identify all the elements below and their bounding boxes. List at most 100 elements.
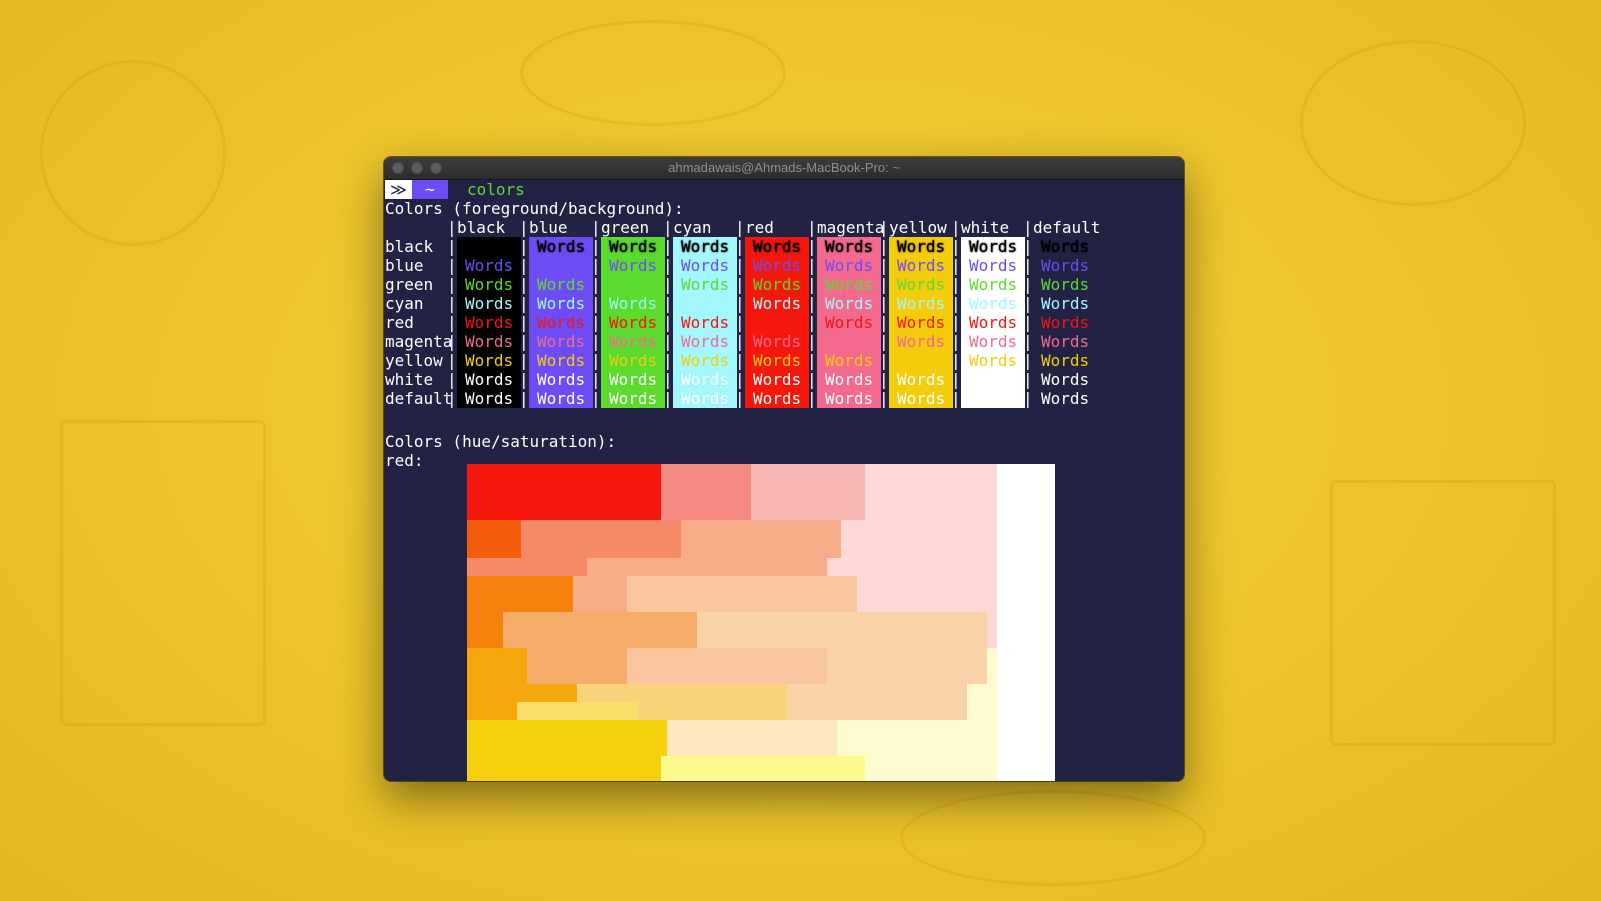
column-separator: | bbox=[879, 389, 889, 408]
column-separator: | bbox=[591, 370, 601, 389]
column-header-black: black bbox=[457, 218, 506, 237]
column-separator: | bbox=[879, 351, 889, 370]
column-separator: | bbox=[663, 237, 673, 256]
column-separator: | bbox=[591, 313, 601, 332]
color-cell-default-on-cyan: Words bbox=[673, 389, 737, 408]
color-cell-green-on-magenta: Words bbox=[817, 275, 881, 294]
hue-swatch bbox=[467, 720, 667, 756]
sample-word: Words bbox=[1041, 237, 1090, 256]
column-separator: | bbox=[807, 218, 817, 237]
sample-word: Words bbox=[897, 313, 946, 332]
color-cell-white-on-green: Words bbox=[601, 370, 665, 389]
hue-swatch bbox=[661, 756, 751, 781]
section-title-hue-sat: Colors (hue/saturation): bbox=[385, 432, 617, 451]
row-label-white: white bbox=[385, 370, 434, 389]
column-separator: | bbox=[447, 275, 457, 294]
sample-word: Words bbox=[465, 313, 514, 332]
sample-word: Words bbox=[609, 313, 658, 332]
sample-word: Words bbox=[897, 237, 946, 256]
sample-word: Words bbox=[537, 275, 586, 294]
column-separator: | bbox=[519, 294, 529, 313]
column-separator: | bbox=[591, 237, 601, 256]
sample-word: Words bbox=[969, 237, 1018, 256]
color-cell-white-on-yellow: Words bbox=[889, 370, 953, 389]
sample-word: Words bbox=[825, 237, 874, 256]
sample-word: Words bbox=[753, 389, 802, 408]
column-separator: | bbox=[1023, 389, 1033, 408]
column-separator: | bbox=[807, 370, 817, 389]
sample-word: Words bbox=[1041, 294, 1090, 313]
hue-swatch bbox=[467, 756, 661, 781]
hue-swatch bbox=[587, 558, 827, 576]
background-doodle bbox=[60, 420, 266, 726]
color-cell-red-on-green: Words bbox=[601, 313, 665, 332]
color-cell-black-on-green: Words bbox=[601, 237, 665, 256]
column-separator: | bbox=[663, 389, 673, 408]
color-cell-white-on-cyan: Words bbox=[673, 370, 737, 389]
color-cell-magenta-on-yellow: Words bbox=[889, 332, 953, 351]
column-header-blue: blue bbox=[529, 218, 568, 237]
color-cell-blue-on-red: Words bbox=[745, 256, 809, 275]
color-cell-red-on-yellow: Words bbox=[889, 313, 953, 332]
column-separator: | bbox=[591, 351, 601, 370]
prompt-segment-dir: ~ bbox=[412, 180, 448, 199]
column-header-cyan: cyan bbox=[673, 218, 712, 237]
column-separator: | bbox=[735, 294, 745, 313]
section-title-fg-bg: Colors (foreground/background): bbox=[385, 199, 684, 218]
column-separator: | bbox=[663, 256, 673, 275]
sample-word: Words bbox=[1041, 256, 1090, 275]
prompt-command: colors bbox=[467, 180, 525, 199]
column-separator: | bbox=[735, 370, 745, 389]
window-title: ahmadawais@Ahmads-MacBook-Pro: ~ bbox=[668, 160, 900, 175]
sample-word: Words bbox=[969, 332, 1018, 351]
sample-word: Words bbox=[1041, 313, 1090, 332]
column-separator: | bbox=[447, 218, 457, 237]
color-cell-blue-on-black: Words bbox=[457, 256, 521, 275]
column-separator: | bbox=[951, 275, 961, 294]
sample-word: Words bbox=[681, 275, 730, 294]
background-doodle bbox=[1300, 40, 1526, 206]
hue-swatch bbox=[627, 576, 857, 612]
color-cell-magenta-on-green: Words bbox=[601, 332, 665, 351]
color-cell-white-on-magenta: Words bbox=[817, 370, 881, 389]
color-cell-yellow-on-yellow bbox=[889, 351, 953, 370]
color-cell-blue-on-white: Words bbox=[961, 256, 1025, 275]
sample-word: Words bbox=[753, 332, 802, 351]
column-separator: | bbox=[951, 389, 961, 408]
column-separator: | bbox=[519, 351, 529, 370]
sample-word: Words bbox=[1041, 332, 1090, 351]
sample-word: Words bbox=[609, 389, 658, 408]
hue-swatch bbox=[787, 684, 967, 720]
color-cell-default-on-yellow: Words bbox=[889, 389, 953, 408]
column-separator: | bbox=[663, 370, 673, 389]
sample-word: Words bbox=[609, 351, 658, 370]
color-cell-cyan-on-black: Words bbox=[457, 294, 521, 313]
hue-swatch bbox=[837, 720, 967, 756]
color-cell-cyan-on-magenta: Words bbox=[817, 294, 881, 313]
column-separator: | bbox=[879, 237, 889, 256]
sample-word: Words bbox=[609, 256, 658, 275]
color-cell-black-on-magenta: Words bbox=[817, 237, 881, 256]
column-separator: | bbox=[591, 332, 601, 351]
sample-word: Words bbox=[537, 389, 586, 408]
color-cell-yellow-on-default: Words bbox=[1033, 351, 1097, 370]
column-separator: | bbox=[663, 218, 673, 237]
sample-word: Words bbox=[681, 313, 730, 332]
color-cell-blue-on-green: Words bbox=[601, 256, 665, 275]
color-cell-black-on-default: Words bbox=[1033, 237, 1097, 256]
sample-word: Words bbox=[609, 237, 658, 256]
color-cell-blue-on-magenta: Words bbox=[817, 256, 881, 275]
background-doodle bbox=[900, 790, 1206, 886]
terminal-content[interactable]: ≫ ~ colors Colors (foreground/background… bbox=[385, 180, 1184, 781]
prompt-segment-icon: ≫ bbox=[385, 180, 412, 199]
color-cell-white-on-black: Words bbox=[457, 370, 521, 389]
column-separator: | bbox=[879, 332, 889, 351]
sample-word: Words bbox=[753, 237, 802, 256]
column-separator: | bbox=[519, 218, 529, 237]
sample-word: Words bbox=[465, 389, 514, 408]
color-cell-yellow-on-blue: Words bbox=[529, 351, 593, 370]
sample-word: Words bbox=[465, 275, 514, 294]
color-cell-default-on-red: Words bbox=[745, 389, 809, 408]
hue-swatch bbox=[751, 464, 865, 520]
column-separator: | bbox=[807, 275, 817, 294]
